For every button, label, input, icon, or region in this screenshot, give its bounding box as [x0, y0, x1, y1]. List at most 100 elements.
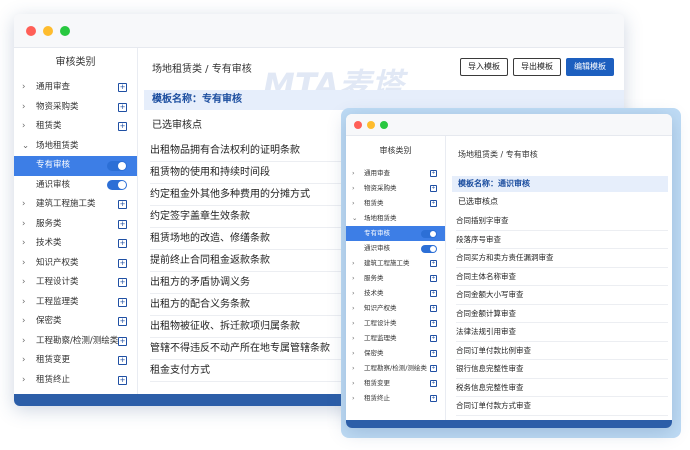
toggle-switch[interactable]	[107, 160, 127, 171]
close-dot-icon[interactable]	[354, 121, 362, 129]
toggle-knob	[118, 181, 126, 190]
add-icon[interactable]: +	[118, 356, 127, 366]
sidebar-item[interactable]: 专有审核	[14, 156, 137, 176]
sidebar-item[interactable]: 技术类 › +	[14, 234, 137, 254]
sidebar-item[interactable]: 通用审查 › +	[346, 166, 445, 181]
audit-point-row[interactable]: 约定租金外其他多种费用的分摊方式	[150, 184, 350, 206]
add-icon[interactable]: +	[118, 122, 127, 132]
sidebar-item[interactable]: 通用审查 › +	[14, 78, 137, 98]
audit-point-row[interactable]: 租赁物的使用和持续时间段	[150, 162, 350, 184]
sidebar-item[interactable]: 技术类 › +	[346, 286, 445, 301]
audit-point-row[interactable]: 法律法规引用审查	[456, 323, 668, 342]
sidebar-item[interactable]: 工程勘察/检测/测绘类 › +	[14, 332, 137, 352]
sidebar-item[interactable]: 通识审核	[346, 241, 445, 256]
audit-point-row[interactable]: 合同订单付款方式审查	[456, 397, 668, 416]
add-icon[interactable]: +	[430, 320, 437, 327]
sidebar-item[interactable]: 租赁类 › +	[14, 117, 137, 137]
minimize-dot-icon[interactable]	[43, 26, 53, 36]
sidebar-item[interactable]: 租赁变更 › +	[346, 376, 445, 391]
sidebar-item-label: 工程勘察/检测/测绘类	[36, 335, 119, 346]
sidebar-item[interactable]: 建筑工程施工类 › +	[346, 256, 445, 271]
sidebar-item[interactable]: 工程勘察/检测/测绘类 › +	[346, 361, 445, 376]
add-icon[interactable]: +	[118, 317, 127, 327]
sidebar-item[interactable]: 建筑工程施工类 › +	[14, 195, 137, 215]
sidebar-item[interactable]: 租赁终止 › +	[346, 391, 445, 406]
add-icon[interactable]: +	[118, 278, 127, 288]
add-icon[interactable]: +	[430, 365, 437, 372]
audit-point-row[interactable]: 提前终止合同租金返款条款	[150, 250, 350, 272]
sidebar-item[interactable]: 专有审核	[346, 226, 445, 241]
add-icon[interactable]: +	[118, 83, 127, 93]
add-icon[interactable]: +	[430, 305, 437, 312]
audit-point-row[interactable]: 出租物品拥有合法权利的证明条款	[150, 140, 350, 162]
add-icon[interactable]: +	[430, 335, 437, 342]
import-template-button[interactable]: 导入模板	[460, 58, 508, 76]
add-icon[interactable]: +	[430, 380, 437, 387]
add-icon[interactable]: +	[118, 239, 127, 249]
audit-point-row[interactable]: 合同插别字审查	[456, 212, 668, 231]
sidebar-item[interactable]: 保密类 › +	[346, 346, 445, 361]
add-icon[interactable]: +	[430, 395, 437, 402]
audit-point-row[interactable]: 合同买方和卖方责任漏洞审查	[456, 249, 668, 268]
sidebar-item[interactable]: 工程设计类 › +	[14, 273, 137, 293]
sidebar-item[interactable]: 场地租赁类 ⌄	[14, 137, 137, 157]
toggle-switch[interactable]	[421, 244, 437, 253]
export-template-button[interactable]: 导出模板	[513, 58, 561, 76]
sidebar-item[interactable]: 工程设计类 › +	[346, 316, 445, 331]
audit-point-row[interactable]: 出租方的配合义务条款	[150, 294, 350, 316]
add-icon[interactable]: +	[430, 185, 437, 192]
front-window: 审核类别 通用审查 › + 物资采购类 › + 租赁类 › + 场地租赁类 ⌄ 专有审核 通识审核 建筑工…	[346, 114, 672, 428]
sidebar-item[interactable]: 服务类 › +	[346, 271, 445, 286]
sidebar-item[interactable]: 工程监理类 › +	[346, 331, 445, 346]
maximize-dot-icon[interactable]	[380, 121, 388, 129]
audit-point-row[interactable]: 租金支付方式	[150, 360, 350, 382]
add-icon[interactable]: +	[118, 258, 127, 268]
minimize-dot-icon[interactable]	[367, 121, 375, 129]
audit-point-row[interactable]: 合同金额大小写审查	[456, 286, 668, 305]
add-icon[interactable]: +	[118, 336, 127, 346]
sidebar-item[interactable]: 租赁变更 › +	[14, 351, 137, 371]
add-icon[interactable]: +	[430, 170, 437, 177]
sidebar-item[interactable]: 知识产权类 › +	[346, 301, 445, 316]
sidebar-item[interactable]: 场地租赁类 ⌄	[346, 211, 445, 226]
audit-point-row[interactable]: 出租方的矛盾协调义务	[150, 272, 350, 294]
sidebar-item-label: 场地租赁类	[36, 140, 79, 151]
audit-point-row[interactable]: 银行信息完整性审查	[456, 360, 668, 379]
add-icon[interactable]: +	[118, 375, 127, 385]
audit-point-row[interactable]: 合同订单付款比例审查	[456, 342, 668, 360]
audit-point-row[interactable]: 段落序号审查	[456, 231, 668, 249]
toggle-switch[interactable]	[107, 180, 127, 191]
audit-point-row[interactable]: 合同金额计算审查	[456, 305, 668, 323]
add-icon[interactable]: +	[118, 297, 127, 307]
audit-point-row[interactable]: 租赁场地的改造、修缮条款	[150, 228, 350, 250]
toggle-switch[interactable]	[421, 229, 437, 238]
sidebar-item[interactable]: 租赁终止 › +	[14, 371, 137, 391]
add-icon[interactable]: +	[430, 350, 437, 357]
maximize-dot-icon[interactable]	[60, 26, 70, 36]
add-icon[interactable]: +	[118, 200, 127, 210]
sidebar-item[interactable]: 物资采购类 › +	[346, 181, 445, 196]
add-icon[interactable]: +	[430, 275, 437, 282]
sidebar-item[interactable]: 服务类 › +	[14, 215, 137, 235]
audit-point-row[interactable]: 合同主体名称审查	[456, 268, 668, 286]
sidebar-item[interactable]: 工程监理类 › +	[14, 293, 137, 313]
sidebar-item[interactable]: 知识产权类 › +	[14, 254, 137, 274]
sidebar-item[interactable]: 物资采购类 › +	[14, 98, 137, 118]
add-icon[interactable]: +	[430, 200, 437, 207]
audit-point-row[interactable]: 出租物被征收、拆迁款项归属条款	[150, 316, 350, 338]
sidebar-item-label: 专有审核	[364, 229, 390, 237]
edit-template-button[interactable]: 编辑模板	[566, 58, 614, 76]
audit-point-row[interactable]: 约定签字盖章生效条款	[150, 206, 350, 228]
add-icon[interactable]: +	[430, 260, 437, 267]
sidebar-item[interactable]: 通识审核	[14, 176, 137, 196]
audit-point-row[interactable]: 管辖不得违反不动产所在地专属管辖条款	[150, 338, 350, 360]
sidebar-item[interactable]: 保密类 › +	[14, 312, 137, 332]
audit-point-row[interactable]: 税务信息完整性审查	[456, 379, 668, 397]
close-dot-icon[interactable]	[26, 26, 36, 36]
add-icon[interactable]: +	[118, 102, 127, 112]
add-icon[interactable]: +	[430, 290, 437, 297]
sidebar-item-label: 工程设计类	[364, 319, 397, 327]
add-icon[interactable]: +	[118, 219, 127, 229]
sidebar-item[interactable]: 租赁类 › +	[346, 196, 445, 211]
toggle-knob	[118, 161, 126, 170]
